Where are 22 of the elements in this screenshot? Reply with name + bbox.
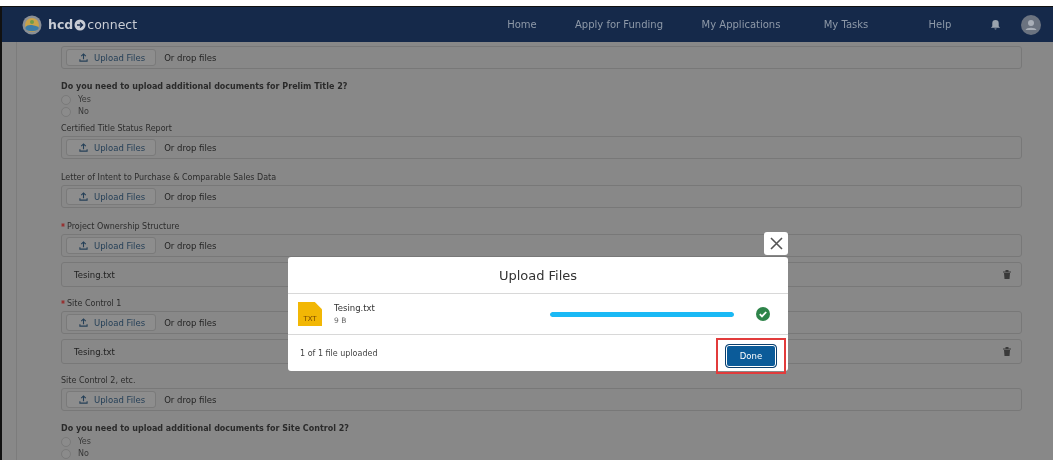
radio-label: No: [78, 448, 89, 460]
app-logo: hcd connect: [48, 17, 138, 32]
file-name: Tesing.txt: [74, 346, 115, 357]
question-text: Do you need to upload additional documents for Prelim Title 2?: [61, 81, 349, 93]
drop-hint: Or drop files: [164, 52, 217, 63]
radio-label: Yes: [78, 436, 91, 448]
radio-label: Yes: [78, 94, 91, 106]
field-label: Letter of Intent to Purchase & Comparable Sales Data: [61, 172, 278, 184]
field-label: Site Control 2, etc.: [61, 375, 137, 387]
drop-hint: Or drop files: [164, 394, 217, 405]
dialog-title: Upload Files: [498, 267, 578, 283]
drop-hint: Or drop files: [164, 142, 217, 153]
file-name: Tesing.txt: [74, 269, 115, 280]
upload-status: 1 of 1 file uploaded: [300, 348, 378, 358]
drop-hint: Or drop files: [164, 317, 217, 328]
drop-hint: Or drop files: [164, 191, 217, 202]
file-name: Tesing.txt: [334, 303, 375, 313]
drop-hint: Or drop files: [164, 240, 217, 251]
radio-label: No: [78, 106, 89, 118]
question-text: Do you need to upload additional documents for Site Control 2?: [61, 423, 350, 435]
field-label: Project Ownership Structure: [61, 220, 1022, 234]
field-label: Certified Title Status Report: [61, 123, 173, 135]
